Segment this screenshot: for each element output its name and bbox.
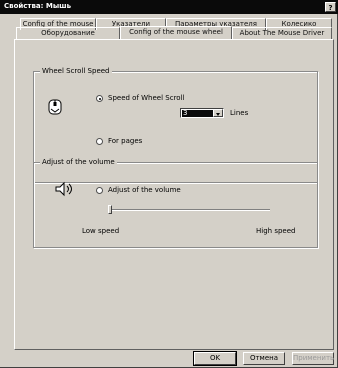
speed-slider-track[interactable] [108, 209, 270, 211]
speed-of-wheel-scroll-radio[interactable] [96, 95, 103, 102]
lines-select[interactable]: 3 [180, 108, 224, 118]
for-pages-radio[interactable] [96, 138, 103, 145]
lines-select-value: 3 [182, 110, 213, 117]
title-bar: Свойства: Мышь ? [0, 0, 338, 14]
lines-label: Lines [230, 109, 249, 117]
for-pages-label: For pages [108, 137, 143, 145]
apply-button[interactable]: Применить [292, 352, 334, 365]
wheel-scroll-speed-title: Wheel Scroll Speed [40, 67, 112, 75]
high-speed-label: High speed [256, 227, 296, 235]
adjust-volume-title: Adjust of the volume [40, 158, 117, 166]
speaker-hand-icon [54, 181, 76, 197]
adjust-volume-radio[interactable] [96, 187, 103, 194]
help-button[interactable]: ? [325, 2, 336, 12]
low-speed-label: Low speed [82, 227, 120, 235]
chevron-down-icon[interactable] [213, 109, 223, 117]
ok-button[interactable]: OK [193, 351, 237, 366]
speed-slider-thumb[interactable] [108, 205, 112, 214]
tab-hardware[interactable]: Оборудование [16, 27, 120, 39]
speed-of-wheel-scroll-label: Speed of Wheel Scroll [108, 94, 185, 102]
tab-about-the-mouse-driver[interactable]: About The Mouse Driver [232, 27, 332, 39]
tab-panel: Wheel Scroll Speed Speed of Wheel Scroll… [14, 39, 334, 350]
cancel-button[interactable]: Отмена [243, 352, 285, 365]
adjust-volume-label: Adjust of the volume [108, 186, 181, 194]
mouse-properties-dialog: Свойства: Мышь ? Config of the mouse Ука… [0, 0, 338, 368]
window-title: Свойства: Мышь [4, 2, 72, 10]
adjust-volume-group: Adjust of the volume Adjust of the volum… [33, 158, 318, 248]
mouse-wheel-icon [46, 98, 64, 116]
tab-config-of-the-mouse-wheel[interactable]: Config of the mouse wheel [120, 26, 232, 39]
